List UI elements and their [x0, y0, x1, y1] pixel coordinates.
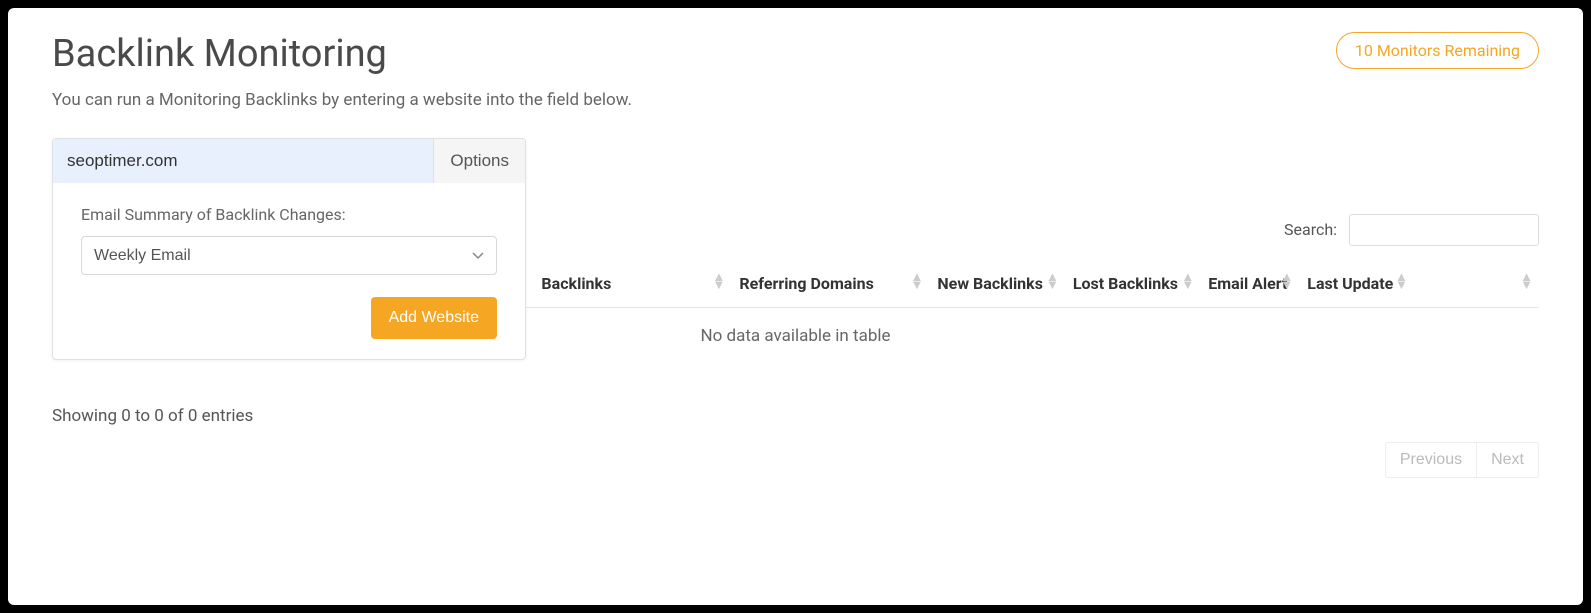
column-new-backlinks[interactable]: New Backlinks▲▼ — [929, 264, 1064, 308]
options-body: Email Summary of Backlink Changes: Weekl… — [53, 183, 525, 359]
column-last-update-label: Last Update — [1307, 274, 1393, 293]
sort-icon: ▲▼ — [1046, 274, 1059, 290]
column-backlinks[interactable]: Backlinks ▲▼ — [533, 264, 731, 308]
email-summary-label: Email Summary of Backlink Changes: — [81, 205, 497, 224]
monitors-remaining-badge: 10 Monitors Remaining — [1336, 32, 1539, 69]
sort-icon: ▲▼ — [911, 274, 924, 290]
sort-icon: ▲▼ — [1520, 274, 1533, 290]
column-backlinks-label: Backlinks — [541, 274, 611, 293]
sort-icon: ▲▼ — [1280, 274, 1293, 290]
column-email-alert-label: Email Alert — [1208, 274, 1287, 293]
sort-icon: ▲▼ — [713, 274, 726, 290]
options-button[interactable]: Options — [433, 139, 525, 183]
sort-icon: ▲▼ — [1181, 274, 1194, 290]
column-email-alert[interactable]: Email Alert▲▼ — [1200, 264, 1299, 308]
sort-icon: ▲▼ — [1395, 274, 1408, 290]
pager: Previous Next — [1385, 442, 1539, 478]
next-button[interactable]: Next — [1477, 442, 1539, 478]
page-subtitle: You can run a Monitoring Backlinks by en… — [52, 90, 1539, 110]
add-button-row: Add Website — [81, 297, 497, 339]
header-row: Backlink Monitoring 10 Monitors Remainin… — [52, 32, 1539, 76]
search-label: Search: — [1284, 220, 1337, 239]
column-actions[interactable]: ▲▼ — [1414, 264, 1539, 308]
previous-button[interactable]: Previous — [1385, 442, 1477, 478]
column-last-update[interactable]: Last Update▲▼ — [1299, 264, 1414, 308]
entries-info: Showing 0 to 0 of 0 entries — [52, 406, 253, 426]
search-input[interactable] — [1349, 214, 1539, 246]
column-referring-domains[interactable]: Referring Domains ▲▼ — [731, 264, 929, 308]
add-website-button[interactable]: Add Website — [371, 297, 497, 339]
page-frame: Backlink Monitoring 10 Monitors Remainin… — [8, 8, 1583, 605]
column-referring-domains-label: Referring Domains — [739, 274, 873, 293]
add-website-card: Options Email Summary of Backlink Change… — [52, 138, 526, 360]
email-summary-select[interactable]: Weekly Email — [81, 236, 497, 275]
page-title: Backlink Monitoring — [52, 32, 387, 76]
column-lost-backlinks[interactable]: Lost Backlinks▲▼ — [1065, 264, 1200, 308]
website-input[interactable] — [53, 139, 433, 183]
column-new-backlinks-label: New Backlinks — [937, 274, 1043, 293]
input-row: Options — [53, 139, 525, 183]
column-lost-backlinks-label: Lost Backlinks — [1073, 274, 1178, 293]
footer-row: Showing 0 to 0 of 0 entries Previous Nex… — [52, 406, 1539, 478]
